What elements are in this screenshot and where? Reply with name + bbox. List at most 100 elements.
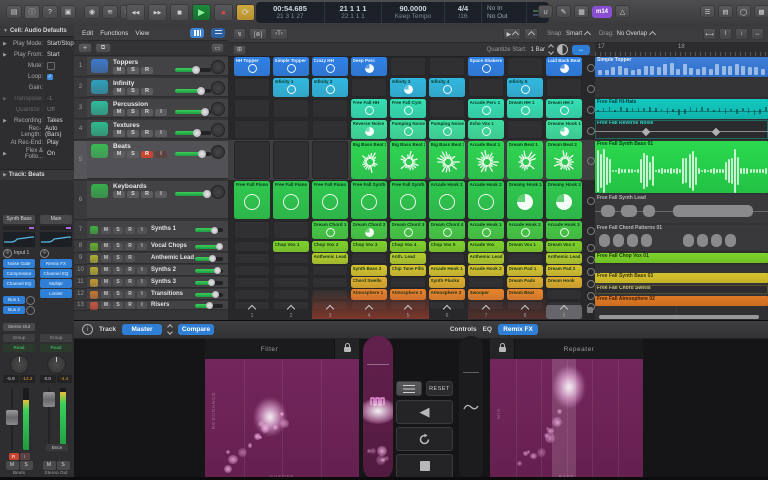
volume-slider[interactable] bbox=[195, 304, 223, 308]
audio-region[interactable]: Free Fall Chord Swells bbox=[595, 285, 768, 294]
track-s-button[interactable]: S bbox=[127, 109, 139, 116]
mixer-button[interactable]: ≋ bbox=[102, 5, 118, 19]
library-button[interactable]: ▤ bbox=[6, 5, 22, 19]
mute-button[interactable]: M bbox=[6, 461, 19, 470]
pan-knob[interactable] bbox=[211, 185, 225, 199]
plugin-slot[interactable]: Noise Gate bbox=[3, 259, 35, 268]
track-m-button[interactable]: M bbox=[113, 109, 125, 116]
volume-slider[interactable] bbox=[195, 269, 223, 273]
input-slot[interactable]: Φ bbox=[40, 249, 72, 257]
loop-cell[interactable]: Infinity 1 bbox=[273, 78, 309, 97]
track-header[interactable]: MSRITransitions bbox=[87, 289, 228, 300]
lcd-signature[interactable]: 4/4/16 bbox=[445, 2, 482, 23]
loop-cell[interactable]: Dream Chord 1 bbox=[312, 221, 348, 239]
master-badge[interactable]: m14 bbox=[592, 6, 612, 18]
tab-controls[interactable]: Controls bbox=[450, 326, 477, 333]
list-editors-button[interactable]: ☰ bbox=[700, 5, 715, 18]
loop-cell[interactable]: Dream Hook bbox=[546, 277, 582, 288]
metronome-button[interactable]: △ bbox=[615, 5, 630, 18]
track-m-button[interactable]: M bbox=[113, 67, 125, 74]
grid-slot[interactable] bbox=[234, 253, 270, 264]
inspector-row[interactable]: Gain: bbox=[0, 82, 74, 93]
record-button[interactable]: ● bbox=[214, 4, 233, 21]
horizontal-scrollbar[interactable] bbox=[599, 315, 759, 319]
row-play-button[interactable] bbox=[587, 227, 595, 235]
lcd-tempo[interactable]: 90.0000Keep Tempo bbox=[382, 2, 445, 23]
loop-browser-button[interactable]: ◯ bbox=[736, 5, 751, 18]
browsers-button[interactable]: ▩ bbox=[754, 5, 768, 18]
inspector-row[interactable]: ▶Flex & Follo...On bbox=[0, 148, 74, 159]
fader-handle[interactable] bbox=[43, 392, 55, 407]
track-i-button[interactable]: I bbox=[137, 267, 147, 274]
audio-region[interactable]: Free Fall Synth Bass 03 bbox=[595, 273, 768, 283]
loop-cell[interactable]: Crazy HH bbox=[312, 57, 348, 76]
volume-knob[interactable] bbox=[192, 66, 200, 74]
loop-cell[interactable]: Chip Tune Fills bbox=[390, 265, 426, 276]
inspector-row[interactable]: ▶Play Mode:Start/Stop bbox=[0, 38, 74, 49]
loop-cell[interactable]: Arcade Hook 1 bbox=[429, 265, 465, 276]
toolbox-button[interactable]: ▣ bbox=[60, 5, 76, 19]
pan-knob[interactable] bbox=[211, 60, 225, 74]
loop-cell[interactable]: Space Shakers bbox=[468, 57, 504, 76]
send-slot[interactable]: Bus 1 bbox=[3, 296, 35, 304]
track-m-button[interactable]: M bbox=[101, 227, 111, 234]
row-play-button[interactable] bbox=[587, 244, 595, 252]
count-in-button[interactable]: ▦ bbox=[574, 5, 589, 18]
plugin-slot[interactable]: Multipr bbox=[40, 279, 72, 288]
volume-knob[interactable] bbox=[201, 108, 209, 116]
grid-slot[interactable] bbox=[312, 277, 348, 288]
marquee-tool-icon[interactable]: [⊛] bbox=[249, 28, 267, 40]
pan-knob[interactable] bbox=[47, 355, 66, 374]
loop-cell[interactable]: Dream Beat bbox=[507, 289, 543, 300]
plugin-slot[interactable]: Channel EQ bbox=[40, 269, 72, 278]
volume-slider[interactable] bbox=[195, 245, 223, 249]
info-icon[interactable]: i bbox=[82, 324, 93, 335]
audio-region[interactable]: Free Fall Synth Lead bbox=[595, 195, 768, 223]
track-r-button[interactable]: R bbox=[141, 151, 153, 158]
grid-slot[interactable] bbox=[273, 289, 309, 300]
track-header[interactable]: InfinityMSR bbox=[87, 78, 228, 97]
loop-cell[interactable]: Dream Beat 1 bbox=[507, 141, 543, 179]
track-s-button[interactable]: S bbox=[127, 191, 139, 198]
volume-knob[interactable] bbox=[193, 129, 201, 137]
track-header[interactable]: MSRIRisers bbox=[87, 301, 228, 310]
loop-cell[interactable]: Arcade Hook 2 bbox=[468, 265, 504, 276]
volume-slider[interactable] bbox=[175, 68, 211, 72]
loop-cell[interactable]: Synth Bass 3 bbox=[351, 265, 387, 276]
contrast-toggle-icon[interactable] bbox=[557, 44, 568, 55]
grid-slot[interactable] bbox=[234, 277, 270, 288]
flex-tool-icon[interactable]: ↯ bbox=[233, 28, 246, 40]
audio-region[interactable]: Free Fall Chord Patterns 01 bbox=[595, 225, 768, 251]
plugin-slot[interactable]: Remix FX bbox=[40, 259, 72, 268]
quick-help-button[interactable]: ? bbox=[42, 5, 58, 19]
grid-slot[interactable] bbox=[312, 289, 348, 300]
strip-name[interactable]: Main bbox=[40, 215, 72, 224]
grid-slot[interactable] bbox=[273, 277, 309, 288]
track-s-button[interactable]: S bbox=[127, 151, 139, 158]
grid-slot[interactable] bbox=[312, 265, 348, 276]
view-menu[interactable]: View bbox=[135, 30, 149, 37]
track-s-button[interactable]: S bbox=[113, 227, 123, 234]
loop-cell[interactable]: Reverse Noise bbox=[351, 120, 387, 139]
track-r-button[interactable]: R bbox=[125, 267, 135, 274]
track-i-button[interactable]: I bbox=[137, 279, 147, 286]
loop-cell[interactable]: Arcade Hook 3 bbox=[546, 221, 582, 239]
bar-ruler[interactable]: 17 18 bbox=[595, 43, 768, 58]
row-play-button[interactable] bbox=[587, 197, 595, 205]
stop-button-transport[interactable]: ■ bbox=[170, 4, 189, 21]
grid-slot[interactable] bbox=[390, 57, 426, 76]
track-s-button[interactable]: S bbox=[113, 243, 123, 250]
lcd-time[interactable]: 00:54.68521 3 1 27 bbox=[256, 2, 325, 23]
volume-slider[interactable] bbox=[175, 131, 211, 135]
pan-knob[interactable] bbox=[211, 81, 225, 95]
loop-cell[interactable]: Dream Pads bbox=[507, 277, 543, 288]
cell-inspector-header[interactable]: ▼ Cell: Audio Defaults bbox=[0, 26, 74, 37]
grid-slot[interactable] bbox=[546, 78, 582, 97]
repeater-xy-pad[interactable]: Repeater MIX RATE bbox=[490, 339, 643, 480]
inspector-row[interactable]: ▶Play From:Start bbox=[0, 49, 74, 60]
loop-cell[interactable]: Infinity 4 bbox=[429, 78, 465, 97]
inspector-row[interactable]: ▶Transpose:-1 bbox=[0, 93, 74, 104]
row-play-button[interactable] bbox=[587, 106, 595, 114]
pan-knob[interactable] bbox=[10, 355, 29, 374]
output-slot[interactable]: Stereo Out bbox=[3, 323, 35, 331]
